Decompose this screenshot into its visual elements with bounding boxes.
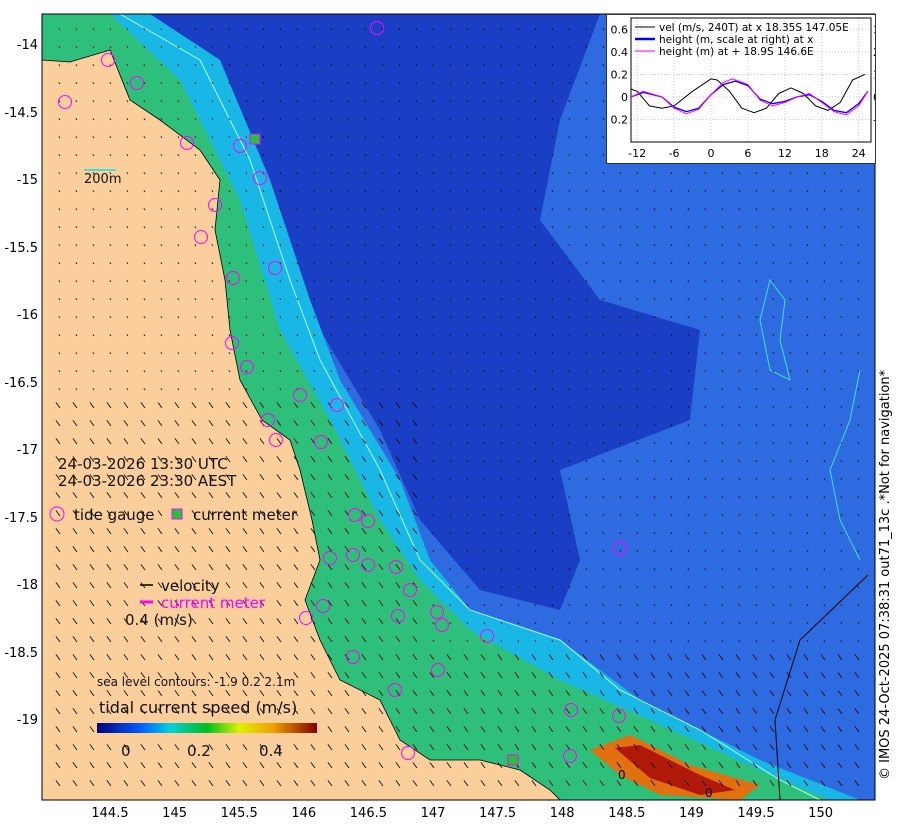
current-meter-legend-label: current meter xyxy=(193,506,297,524)
y-tick-left: 0.6 xyxy=(611,23,629,36)
contour-label: 0 xyxy=(618,768,626,782)
timeseries-chart: -12 -6 0 6 12 18 24 0.6 0.4 0.2 0 0.2 3 2 1 0 -1 vel (m/s… xyxy=(611,17,884,160)
velocity-legend-label: velocity xyxy=(161,577,220,595)
lon-tick: 146 xyxy=(291,806,317,821)
legend-entry: vel (m/s, 240T) at x 18.35S 147.05E xyxy=(659,22,849,34)
colorbar-title: tidal current speed (m/s) xyxy=(99,698,298,717)
lat-tick: -16 xyxy=(16,308,38,323)
lon-tick: 147.5 xyxy=(478,806,517,821)
legend-entry: height (m, scale at right) at x xyxy=(659,34,813,46)
lon-tick: 150 xyxy=(808,806,833,821)
current-meter-arrow-label: current meter xyxy=(161,594,265,612)
x-tick-label: 24 xyxy=(852,147,866,160)
current-meter-marker[interactable] xyxy=(249,133,261,145)
lat-tick: -14 xyxy=(16,38,38,53)
y-tick-left: 0.4 xyxy=(611,46,629,59)
contour-label: 0 xyxy=(705,786,713,800)
current-meter-marker[interactable] xyxy=(507,754,519,766)
y-tick-right: -1 xyxy=(873,113,875,126)
lon-tick: 148.5 xyxy=(608,806,646,821)
y-tick-left: 0 xyxy=(621,91,628,104)
x-tick-label: -12 xyxy=(628,147,646,160)
lat-tick: -16.5 xyxy=(4,375,38,391)
lat-tick: -15 xyxy=(16,173,38,188)
y-tick-left: 0.2 xyxy=(611,113,629,126)
lon-tick: 148 xyxy=(549,806,575,821)
y-tick-right: 3 xyxy=(873,23,875,36)
x-tick-label: 0 xyxy=(708,147,715,160)
colorbar-tick: 0.4 xyxy=(259,742,283,760)
y-tick-right: 1 xyxy=(873,68,875,81)
y-tick-right: 0 xyxy=(873,91,875,104)
x-tick-label: 18 xyxy=(815,147,829,160)
legend-entry: height (m) at + 18.9S 146.6E xyxy=(659,46,814,58)
lon-tick: 145.5 xyxy=(220,806,258,821)
arrow-scale-label: 0.4 (m/s) xyxy=(125,611,193,629)
lon-tick: 145 xyxy=(162,806,187,821)
lon-tick: 149.5 xyxy=(737,806,775,821)
current-meter-legend-icon xyxy=(171,508,183,520)
contour-legend: sea level contours: -1.9 0.2 2.1m xyxy=(97,675,296,689)
lon-tick: 147 xyxy=(420,806,446,821)
x-tick-label: 12 xyxy=(778,147,792,160)
lon-tick: 146.5 xyxy=(349,806,387,821)
lat-tick: -18 xyxy=(16,578,38,593)
lat-tick: -17.5 xyxy=(4,510,38,526)
y-tick-right: 2 xyxy=(873,46,875,59)
lon-tick: 149 xyxy=(678,806,704,821)
timeseries-inset: -12 -6 0 6 12 18 24 0.6 0.4 0.2 0 0.2 3 2 1 0 -1 vel (m/s… xyxy=(606,14,884,164)
tidal-map-figure: 0 0 200m -14 -14.5 -15 -15.5 -16 -16.5 -17 -17.… xyxy=(0,0,900,834)
x-tick-label: -6 xyxy=(669,147,680,160)
lon-tick: 144.5 xyxy=(91,806,129,821)
lat-tick: -18.5 xyxy=(4,645,38,661)
colorbar xyxy=(97,723,317,733)
scale-label: 200m xyxy=(84,172,122,187)
lat-tick: -17 xyxy=(16,443,38,458)
lat-tick: -15.5 xyxy=(4,240,38,256)
time-utc: 24-03-2026 13:30 UTC xyxy=(58,455,228,473)
y-tick-left: 0.2 xyxy=(611,68,629,81)
lat-tick: -19 xyxy=(16,713,38,728)
colorbar-tick: 0 xyxy=(121,742,131,760)
credit-text: © IMOS 24-Oct-2025 07:38:31 out71_13c .*… xyxy=(878,369,893,780)
lat-tick: -14.5 xyxy=(4,105,38,121)
x-tick-label: 6 xyxy=(744,147,751,160)
tide-gauge-legend-label: tide gauge xyxy=(74,506,155,524)
time-local: 24-03-2026 23:30 AEST xyxy=(58,472,237,490)
colorbar-tick: 0.2 xyxy=(187,742,211,760)
